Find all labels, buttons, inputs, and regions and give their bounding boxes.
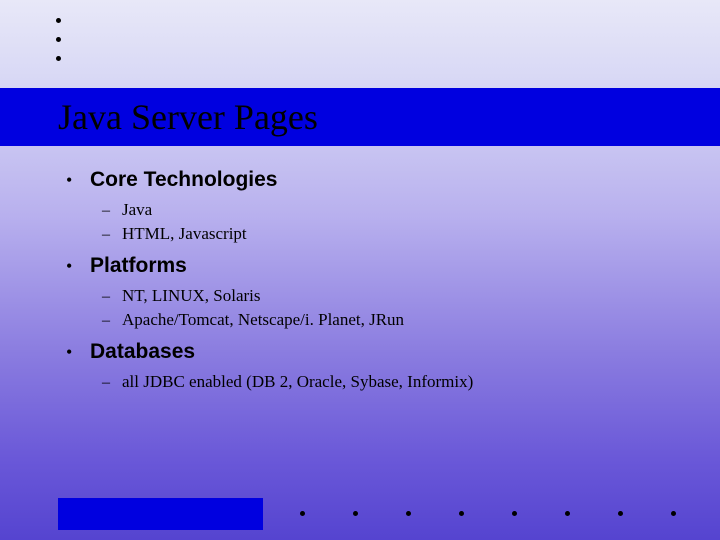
bullet-heading: Databases bbox=[90, 340, 195, 364]
decorative-top-dots bbox=[56, 18, 61, 61]
sub-text: Java bbox=[122, 200, 152, 220]
bullet-icon: • bbox=[66, 171, 90, 189]
sub-list: – NT, LINUX, Solaris – Apache/Tomcat, Ne… bbox=[102, 286, 666, 330]
dash-icon: – bbox=[102, 202, 122, 220]
title-bar: Java Server Pages bbox=[0, 88, 720, 146]
sub-text: HTML, Javascript bbox=[122, 224, 247, 244]
slide-title: Java Server Pages bbox=[58, 96, 318, 138]
slide-content: • Core Technologies – Java – HTML, Javas… bbox=[66, 168, 666, 402]
sub-text: Apache/Tomcat, Netscape/i. Planet, JRun bbox=[122, 310, 404, 330]
footer-bar bbox=[58, 498, 263, 530]
dot-icon bbox=[56, 37, 61, 42]
bullet-heading: Core Technologies bbox=[90, 168, 277, 192]
dot-icon bbox=[56, 56, 61, 61]
sub-item: – Apache/Tomcat, Netscape/i. Planet, JRu… bbox=[102, 310, 666, 330]
dot-icon bbox=[353, 511, 358, 516]
sub-list: – all JDBC enabled (DB 2, Oracle, Sybase… bbox=[102, 372, 666, 392]
bullet-item: • Platforms bbox=[66, 254, 666, 278]
dot-icon bbox=[459, 511, 464, 516]
bullet-item: • Core Technologies bbox=[66, 168, 666, 192]
dot-icon bbox=[565, 511, 570, 516]
dash-icon: – bbox=[102, 288, 122, 306]
sub-item: – NT, LINUX, Solaris bbox=[102, 286, 666, 306]
bullet-item: • Databases bbox=[66, 340, 666, 364]
sub-text: all JDBC enabled (DB 2, Oracle, Sybase, … bbox=[122, 372, 473, 392]
decorative-footer-dots bbox=[300, 511, 676, 516]
dash-icon: – bbox=[102, 374, 122, 392]
sub-item: – all JDBC enabled (DB 2, Oracle, Sybase… bbox=[102, 372, 666, 392]
bullet-icon: • bbox=[66, 257, 90, 275]
bullet-heading: Platforms bbox=[90, 254, 187, 278]
dot-icon bbox=[56, 18, 61, 23]
dash-icon: – bbox=[102, 226, 122, 244]
dot-icon bbox=[512, 511, 517, 516]
sub-text: NT, LINUX, Solaris bbox=[122, 286, 261, 306]
dash-icon: – bbox=[102, 312, 122, 330]
dot-icon bbox=[300, 511, 305, 516]
sub-list: – Java – HTML, Javascript bbox=[102, 200, 666, 244]
dot-icon bbox=[406, 511, 411, 516]
sub-item: – Java bbox=[102, 200, 666, 220]
dot-icon bbox=[618, 511, 623, 516]
dot-icon bbox=[671, 511, 676, 516]
bullet-icon: • bbox=[66, 343, 90, 361]
sub-item: – HTML, Javascript bbox=[102, 224, 666, 244]
